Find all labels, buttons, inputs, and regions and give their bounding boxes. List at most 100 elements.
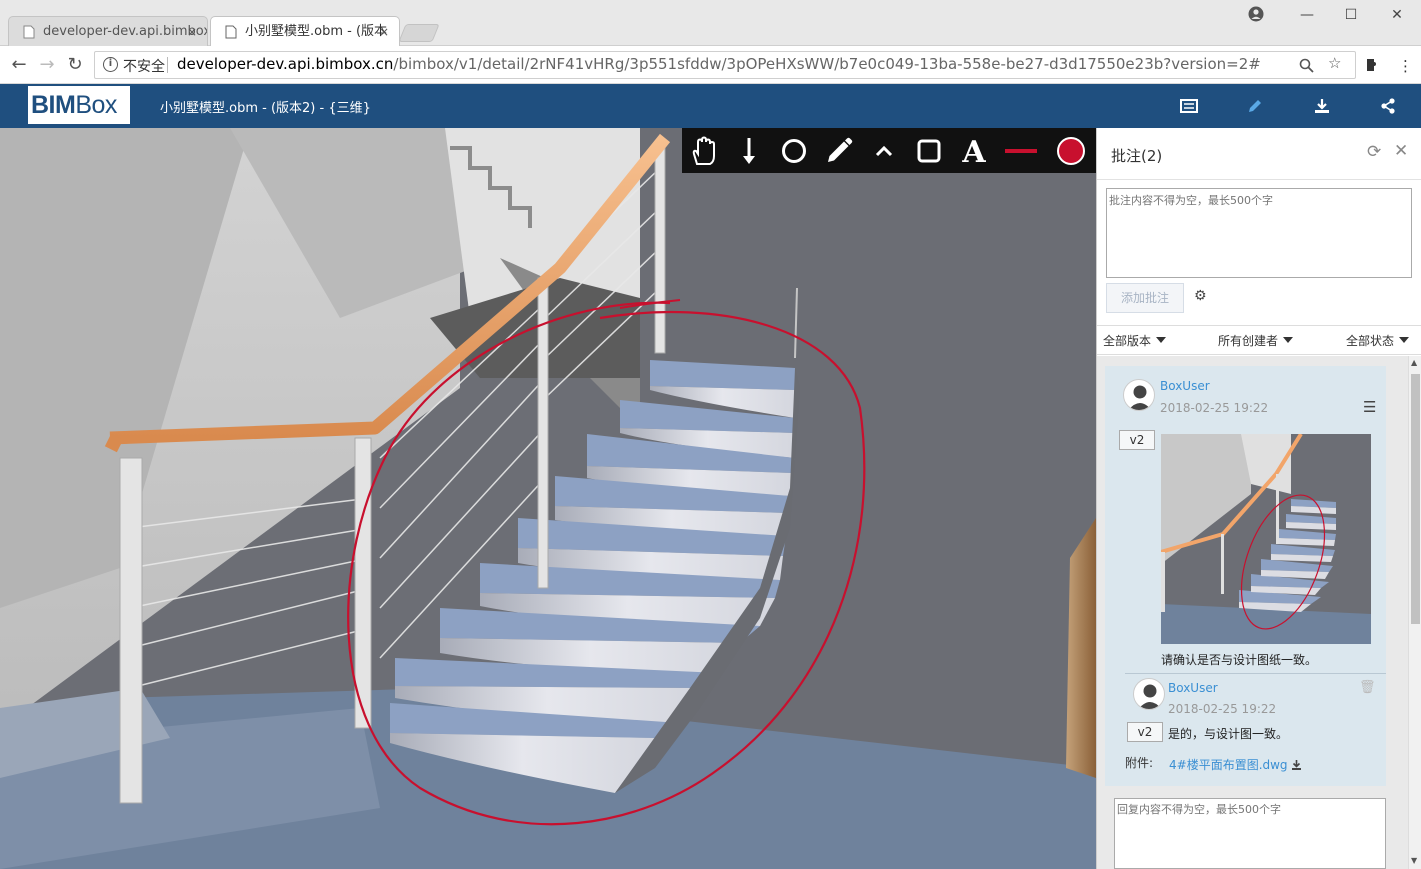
reply-item[interactable]: BoxUser 2018-02-25 19:22 🗑 v2 是的，与设计图一致。…	[1125, 673, 1386, 786]
hand-icon	[692, 136, 715, 165]
browser-tab-active[interactable]: 小别墅模型.obm - (版本 ×	[210, 16, 400, 46]
user-icon	[1138, 684, 1162, 709]
comment-card[interactable]: BoxUser 2018-02-25 19:22 ☰ v2 请确认是否与设计图纸…	[1105, 366, 1386, 786]
url-field[interactable]: i 不安全 developer-dev.api.bimbox.cn/bimbox…	[94, 51, 1356, 79]
line-color-tool[interactable]	[1004, 134, 1038, 168]
fill-color-icon	[1057, 137, 1085, 165]
url-divider	[167, 57, 168, 73]
annotation-panel: 批注(2) ⟳ ✕ 添加批注 ⚙ 全部版本 所有创建者 全部状态 BoxUser…	[1096, 128, 1421, 869]
download-icon[interactable]	[1312, 96, 1332, 116]
line-color-icon	[1005, 149, 1037, 153]
caret-down-icon	[1399, 337, 1410, 343]
annotation-toolbar: A	[682, 128, 1096, 173]
back-arrow-icon[interactable]: ←	[8, 54, 30, 76]
close-icon[interactable]: ✕	[1394, 141, 1408, 161]
new-tab-button[interactable]	[398, 24, 440, 42]
page-icon	[23, 25, 35, 39]
annotate-pencil-icon[interactable]	[1245, 96, 1265, 116]
address-bar-row: ← → ↻ i 不安全 developer-dev.api.bimbox.cn/…	[0, 46, 1421, 84]
scrollbar[interactable]: ▲ ▼	[1408, 356, 1421, 869]
tab-title: developer-dev.api.bimbox	[43, 24, 208, 39]
extension-icon[interactable]	[1364, 57, 1380, 73]
list-icon[interactable]	[1179, 96, 1199, 116]
tab-title: 小别墅模型.obm - (版本	[245, 24, 388, 39]
url-text[interactable]: developer-dev.api.bimbox.cn/bimbox/v1/de…	[177, 55, 1261, 73]
attachment-label: 附件:	[1125, 756, 1154, 770]
reply-input[interactable]	[1114, 798, 1386, 869]
stair-scene[interactable]	[0, 128, 1096, 869]
scroll-down-arrow-icon[interactable]: ▼	[1411, 856, 1417, 865]
model-title: 小别墅模型.obm - (版本2) - {三维}	[160, 101, 371, 116]
menu-icon[interactable]: ☰	[1363, 398, 1376, 416]
hand-tool[interactable]	[686, 134, 720, 168]
chevron-up-icon	[875, 145, 893, 157]
more-vertical-icon[interactable]: ⋮	[1398, 57, 1413, 75]
info-icon[interactable]: i	[103, 57, 118, 72]
snapshot-thumbnail[interactable]	[1161, 434, 1371, 644]
text-icon: A	[961, 135, 986, 170]
version-tag[interactable]: v2	[1119, 430, 1155, 450]
comment-input[interactable]	[1106, 188, 1412, 278]
caret-down-icon	[1156, 337, 1167, 343]
panel-title: 批注(2)	[1111, 147, 1163, 165]
reply-time: 2018-02-25 19:22	[1168, 702, 1277, 716]
reply-text: 是的，与设计图一致。	[1168, 727, 1289, 741]
url-path: /bimbox/v1/detail/2rNF41vHRg/3p551sfddw/…	[393, 55, 1261, 73]
fill-color-tool[interactable]	[1054, 134, 1088, 168]
rectangle-icon	[917, 139, 941, 163]
scroll-thumb[interactable]	[1411, 374, 1420, 624]
tab-close-icon[interactable]: ×	[187, 17, 197, 46]
bimbox-logo: BIMBox	[28, 86, 130, 124]
comment-author[interactable]: BoxUser	[1160, 379, 1210, 393]
forward-arrow-icon[interactable]: →	[36, 54, 58, 76]
snapshot-image	[1161, 434, 1371, 644]
trash-icon[interactable]: 🗑	[1359, 680, 1376, 695]
browser-tab-inactive[interactable]: developer-dev.api.bimbox ×	[8, 16, 208, 46]
refresh-icon[interactable]: ⟳	[1367, 142, 1381, 162]
circle-icon	[782, 139, 806, 163]
minimize-button[interactable]: —	[1284, 4, 1330, 26]
reply-author[interactable]: BoxUser	[1168, 681, 1218, 695]
avatar	[1123, 379, 1155, 411]
creator-filter[interactable]: 所有创建者	[1218, 332, 1294, 349]
user-icon	[1128, 385, 1152, 410]
add-comment-button[interactable]: 添加批注	[1106, 283, 1184, 313]
rectangle-tool[interactable]	[912, 134, 946, 168]
browser-tab-bar: developer-dev.api.bimbox × 小别墅模型.obm - (…	[0, 0, 1421, 46]
gear-icon[interactable]: ⚙	[1194, 288, 1207, 304]
polyline-tool[interactable]	[867, 134, 901, 168]
caret-down-icon	[1283, 337, 1294, 343]
app-header: BIMBox 小别墅模型.obm - (版本2) - {三维}	[0, 84, 1421, 128]
profile-icon[interactable]	[1248, 6, 1264, 22]
model-viewport[interactable]: A	[0, 128, 1096, 869]
download-icon[interactable]	[1291, 759, 1302, 770]
pencil-tool[interactable]	[822, 134, 856, 168]
svg-text:A: A	[961, 135, 986, 168]
attachment-link[interactable]: 4#楼平面布置图.dwg	[1169, 756, 1302, 773]
arrow-tool[interactable]	[732, 134, 766, 168]
comment-time: 2018-02-25 19:22	[1160, 401, 1269, 415]
url-host: developer-dev.api.bimbox.cn	[177, 55, 394, 73]
comment-list[interactable]: BoxUser 2018-02-25 19:22 ☰ v2 请确认是否与设计图纸…	[1097, 356, 1421, 869]
version-filter[interactable]: 全部版本	[1103, 332, 1167, 349]
panel-header: 批注(2) ⟳ ✕	[1097, 128, 1421, 180]
version-tag[interactable]: v2	[1127, 722, 1163, 742]
scroll-up-arrow-icon[interactable]: ▲	[1411, 358, 1417, 367]
circle-tool[interactable]	[777, 134, 811, 168]
arrow-icon	[743, 138, 755, 164]
page-icon	[225, 25, 237, 39]
maximize-button[interactable]: ☐	[1328, 4, 1374, 26]
star-icon[interactable]: ☆	[1328, 54, 1341, 72]
status-filter[interactable]: 全部状态	[1346, 332, 1410, 349]
filter-bar: 全部版本 所有创建者 全部状态	[1097, 325, 1421, 355]
avatar	[1133, 678, 1165, 710]
reload-icon[interactable]: ↻	[64, 54, 86, 76]
close-window-button[interactable]: ✕	[1374, 4, 1420, 26]
comment-text: 请确认是否与设计图纸一致。	[1161, 653, 1318, 667]
text-tool[interactable]: A	[957, 134, 991, 170]
security-label[interactable]: 不安全	[123, 56, 165, 76]
share-icon[interactable]	[1378, 96, 1398, 116]
tab-close-icon[interactable]: ×	[379, 17, 389, 46]
zoom-icon[interactable]	[1299, 58, 1314, 73]
pencil-icon	[828, 137, 853, 162]
